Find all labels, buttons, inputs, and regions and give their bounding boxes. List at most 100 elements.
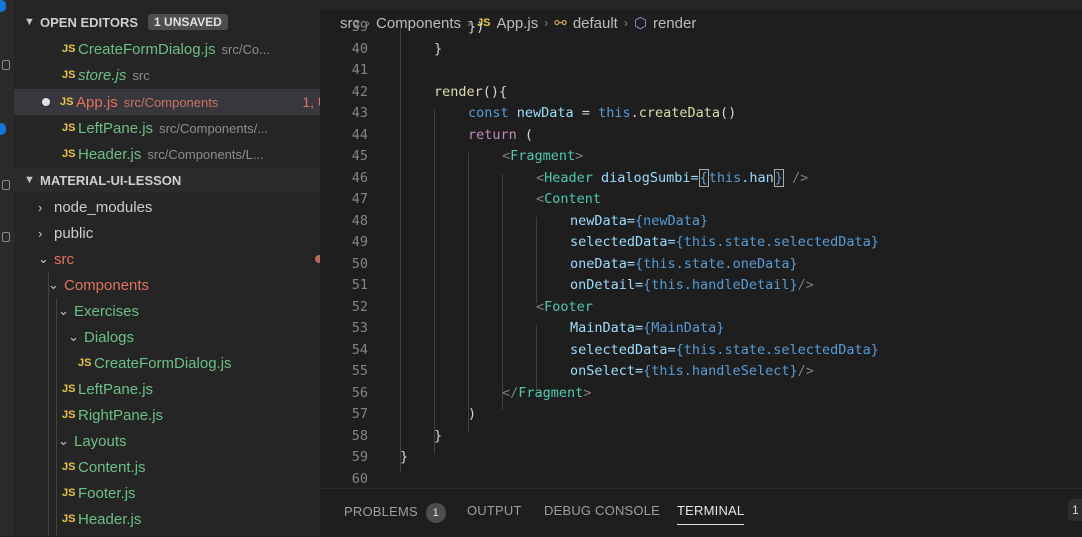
file-name: Header.js [78,145,142,163]
chevron-down-icon: ⌄ [58,433,69,448]
debug-icon[interactable] [2,180,10,190]
js-file-icon: JS [60,96,74,108]
chevron-down-icon: ⌄ [38,251,49,266]
code-token: selectedData= [570,234,676,250]
file-name: App.js [76,93,118,111]
file-path: src/Components/... [159,120,269,136]
file-name: Footer.js [78,484,136,502]
code-token: } [434,427,443,444]
file-path: src/Components [123,94,219,110]
open-editors-header[interactable]: ▼ OPEN EDITORS 1 UNSAVED [14,10,320,34]
code-token: dialogSumbi= [592,169,699,186]
line-number: 51 [351,277,368,293]
code-line: selectedData={this.state.selectedData} [570,232,879,254]
chevron-right-icon: › [38,199,43,215]
code-token: {newData} [635,212,709,229]
line-number: 56 [351,384,368,401]
chevron-down-icon: ⌄ [68,329,79,344]
tab-problems[interactable]: PROBLEMS 1 [344,503,446,523]
tree-folder-public[interactable]: › public [14,220,320,246]
line-number: 44 [351,126,368,143]
line-number: 55 [351,363,368,379]
code-token: > [575,148,584,164]
open-editor-item[interactable]: JS Header.js src/Components/L... U [14,141,320,167]
folder-name: Layouts [74,432,127,450]
method-cube-icon: ⬡ [633,15,647,32]
tab-terminal[interactable]: TERMINAL [677,503,745,525]
tree-file-header[interactable]: JS Header.js U [14,506,320,532]
code-line: return ( [468,125,533,147]
folder-name: src [54,250,74,268]
code-token: </ [502,384,519,401]
code-token: {this.handleDetail} [643,277,798,293]
code-token: . [630,105,639,121]
code-line: onSelect={this.handleSelect}/> [570,361,814,383]
terminal-instance-selector[interactable]: 1 [1068,499,1082,521]
js-file-icon: JS [62,487,76,499]
open-editor-item[interactable]: JS store.js src U [14,62,320,88]
open-editor-item-active[interactable]: JS App.js src/Components 1, U [14,89,320,115]
breadcrumb-file[interactable]: App.js [497,15,539,32]
tree-file-content[interactable]: JS Content.js U [14,454,320,480]
code-token: Fragment [510,148,576,164]
tree-folder-components[interactable]: ⌄ Components [14,272,320,298]
account-badge-icon [0,0,6,12]
file-name: store.js [78,66,127,84]
breadcrumb-components[interactable]: Components [376,15,461,32]
tree-file-leftpane[interactable]: JS LeftPane.js U [14,376,320,402]
js-file-icon: JS [62,461,76,473]
code-token: } [400,449,409,465]
code-token: onDetail= [570,277,644,293]
breadcrumb-render[interactable]: render [653,15,696,32]
extensions-icon[interactable] [2,232,10,242]
file-name: Header.js [78,510,142,528]
code-line: <Fragment> [502,146,583,168]
tree-folder-src[interactable]: ⌄ src [14,246,320,272]
explorer-sidebar: ▼ OPEN EDITORS 1 UNSAVED JS CreateFormDi… [14,0,320,536]
file-name: LeftPane.js [78,380,154,398]
line-number: 52 [351,298,368,315]
code-token: {this.state.selectedData} [675,234,879,250]
indent-guide [502,174,503,410]
code-line: MainData={MainData} [570,318,724,340]
breadcrumb-default[interactable]: default [573,15,618,32]
code-line: render(){ [434,82,507,104]
code-token: > [583,384,592,401]
files-icon[interactable] [2,60,10,70]
indent-guide [434,110,435,454]
code-token: = [573,105,599,121]
open-editor-item[interactable]: JS LeftPane.js src/Components/... U [14,115,320,141]
line-number: 57 [351,406,368,422]
tree-folder-exercises[interactable]: ⌄ Exercises [14,298,320,324]
line-number: 45 [351,148,368,164]
tab-output[interactable]: OUTPUT [467,503,522,518]
code-token: /> [797,277,814,293]
line-number: 59 [351,449,368,465]
chevron-down-icon: ▼ [24,174,35,186]
tree-folder-dialogs[interactable]: ⌄ Dialogs [14,324,320,350]
file-name: CreateFormDialog.js [94,354,232,372]
tree-file-rightpane[interactable]: JS RightPane.js U [14,402,320,428]
project-header[interactable]: ▼ MATERIAL-UI-LESSON [14,168,320,192]
tree-folder-layouts[interactable]: ⌄ Layouts [14,428,320,454]
code-token: MainData= [570,320,644,336]
tree-file-footer[interactable]: JS Footer.js U [14,480,320,506]
code-editor[interactable]: src › Components › JS App.js › ⚯ default… [320,0,1082,488]
code-line: }) [468,17,484,39]
code-token: () [720,105,737,121]
file-path: src/Co... [221,41,270,57]
line-number: 43 [351,105,368,121]
js-file-icon: JS [62,122,76,134]
tree-folder-node-modules[interactable]: › node_modules [14,194,320,220]
problems-count-badge: 1 [425,503,446,523]
bottom-panel: PROBLEMS 1 OUTPUT DEBUG CONSOLE TERMINAL … [320,488,1082,537]
unsaved-dot-icon[interactable] [42,98,50,106]
tree-file-createformdialog[interactable]: JS CreateFormDialog.js U [14,350,320,376]
editor-tab-strip [320,0,1082,10]
code-line: </Fragment> [502,383,591,405]
line-number: 41 [351,62,368,78]
tab-debug-console[interactable]: DEBUG CONSOLE [544,503,660,518]
open-editor-item[interactable]: JS CreateFormDialog.js src/Co... U [14,36,320,62]
js-file-icon: JS [62,513,76,525]
js-file-icon: JS [62,69,76,81]
